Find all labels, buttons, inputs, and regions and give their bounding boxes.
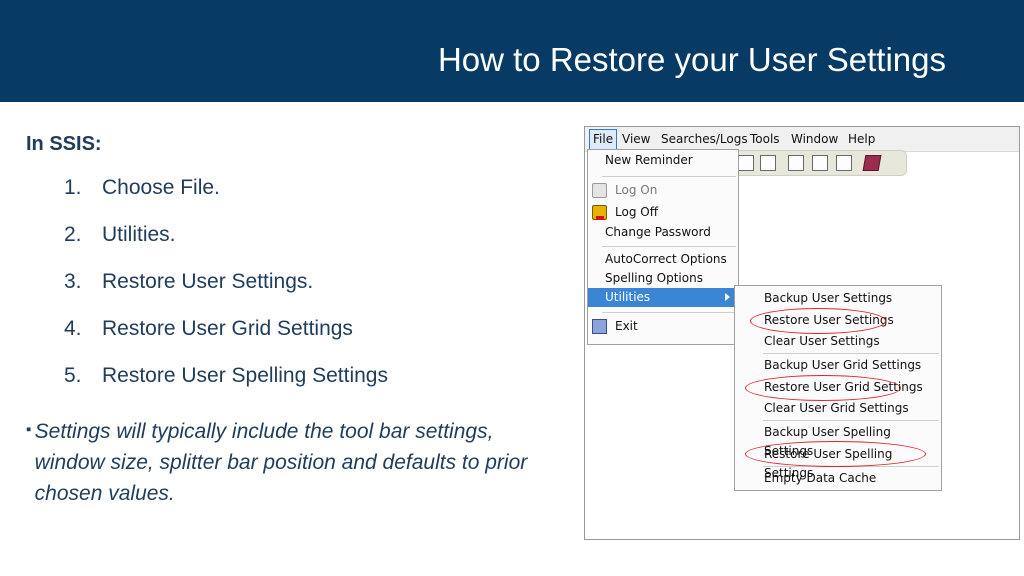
menu-item-empty-data-cache[interactable]: Empty Data Cache: [735, 469, 941, 488]
menu-item-log-off[interactable]: Log Off: [588, 203, 738, 222]
menu-item-label: Empty Data Cache: [764, 471, 877, 485]
step-number: 5.: [64, 364, 82, 387]
menu-item-new-reminder[interactable]: New Reminder: [588, 151, 738, 170]
menu-item-clear-user-settings[interactable]: Clear User Settings: [735, 332, 941, 351]
step-number: 3.: [64, 270, 82, 293]
toolbar-search-icon[interactable]: [760, 155, 776, 171]
menu-window[interactable]: Window: [791, 132, 838, 146]
menu-item-label: Spelling Options: [605, 271, 703, 285]
menu-item-log-on[interactable]: Log On: [588, 181, 738, 200]
menu-item-label: Change Password: [605, 225, 711, 239]
menu-divider: [602, 176, 736, 177]
steps-list: 1. Choose File. 2. Utilities. 3. Restore…: [64, 176, 388, 411]
square-bullet-icon: ▪: [26, 421, 32, 438]
step-text: Utilities.: [102, 223, 176, 246]
menu-item-spelling-options[interactable]: Spelling Options: [588, 269, 738, 288]
menu-divider: [763, 353, 939, 354]
key-gray-icon: [592, 183, 607, 198]
menu-divider: [602, 246, 736, 247]
menu-item-label: Backup User Settings: [764, 291, 893, 305]
toolbar-document-icon[interactable]: [812, 155, 828, 171]
menu-item-label: AutoCorrect Options: [605, 252, 727, 266]
step-item: 2. Utilities.: [64, 223, 388, 270]
step-item: 3. Restore User Settings.: [64, 270, 388, 317]
menu-item-label: Utilities: [605, 290, 651, 304]
menu-item-backup-user-spelling-settings[interactable]: Backup User Spelling Settings: [735, 423, 941, 458]
menu-searches-logs[interactable]: Searches/Logs: [661, 132, 748, 146]
app-screenshot: File View Searches/Logs Tools Window Hel…: [584, 126, 1020, 540]
menu-help[interactable]: Help: [848, 132, 875, 146]
chevron-right-icon: [725, 293, 730, 301]
toolbar-report-icon[interactable]: [788, 155, 804, 171]
annotation-circle: [750, 308, 886, 334]
menu-item-label: Clear User Grid Settings: [764, 401, 909, 415]
step-item: 4. Restore User Grid Settings: [64, 317, 388, 364]
menu-item-autocorrect-options[interactable]: AutoCorrect Options: [588, 250, 738, 269]
note-text: Settings will typically include the tool…: [34, 420, 528, 505]
step-item: 5. Restore User Spelling Settings: [64, 364, 388, 411]
menu-item-utilities[interactable]: Utilities: [588, 288, 738, 307]
menu-file[interactable]: File: [589, 129, 618, 150]
menu-item-label: Backup User Grid Settings: [764, 358, 922, 372]
toolbar-list-icon[interactable]: [836, 155, 852, 171]
exit-door-icon: [592, 319, 607, 334]
menu-item-label: New Reminder: [605, 153, 693, 167]
section-label: In SSIS:: [26, 133, 102, 155]
step-number: 1.: [64, 176, 82, 199]
menu-item-label: Clear User Settings: [764, 334, 880, 348]
menu-item-backup-user-settings[interactable]: Backup User Settings: [735, 289, 941, 308]
step-number: 4.: [64, 317, 82, 340]
toolbar-book-icon[interactable]: [862, 155, 882, 171]
step-text: Restore User Spelling Settings: [102, 364, 388, 387]
menu-item-label: Log On: [615, 183, 658, 197]
menu-tools[interactable]: Tools: [750, 132, 780, 146]
menu-item-change-password[interactable]: Change Password: [588, 223, 738, 242]
step-text: Restore User Grid Settings: [102, 317, 353, 340]
menu-view[interactable]: View: [622, 132, 650, 146]
step-text: Restore User Settings.: [102, 270, 314, 293]
file-menu: New Reminder Log On Log Off Change Passw…: [587, 149, 739, 345]
key-gold-icon: [592, 205, 607, 220]
slide-title: How to Restore your User Settings: [437, 41, 946, 78]
step-number: 2.: [64, 223, 82, 246]
menu-item-label: Log Off: [615, 205, 658, 219]
menu-item-exit[interactable]: Exit: [588, 317, 738, 336]
step-text: Choose File.: [102, 176, 220, 199]
settings-note: ▪ Settings will typically include the to…: [26, 416, 566, 509]
step-item: 1. Choose File.: [64, 176, 388, 223]
menu-item-clear-user-grid-settings[interactable]: Clear User Grid Settings: [735, 399, 941, 418]
header-bar: How to Restore your User Settings: [0, 0, 1024, 102]
toolbar: [731, 150, 907, 176]
menu-divider: [602, 312, 736, 313]
toolbar-tool-icon[interactable]: [738, 155, 754, 171]
annotation-circle: [745, 441, 926, 467]
menu-item-label: Exit: [615, 319, 638, 333]
menu-divider: [763, 420, 939, 421]
menu-item-backup-user-grid-settings[interactable]: Backup User Grid Settings: [735, 356, 941, 375]
annotation-circle: [745, 375, 901, 401]
